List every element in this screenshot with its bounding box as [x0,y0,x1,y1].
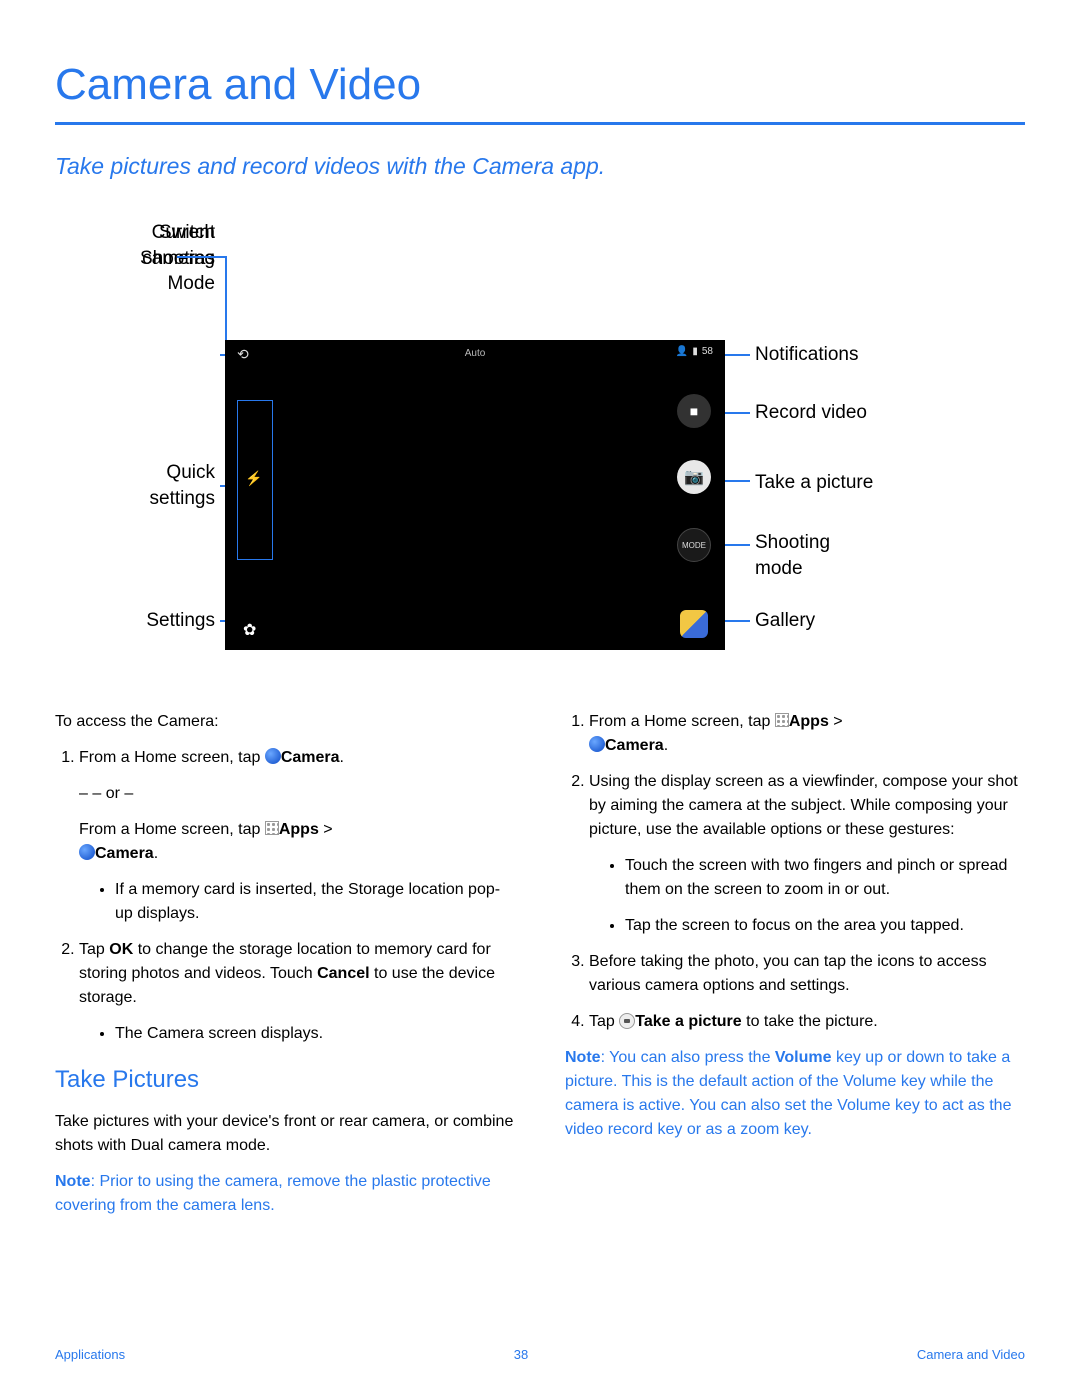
sub-bullets: If a memory card is inserted, the Storag… [79,878,515,926]
mode-indicator: Auto [465,348,486,359]
shutter-button: 📷 [677,460,711,494]
text: > [319,821,333,838]
footer-left: Applications [55,1347,125,1362]
text: Tap [79,941,109,958]
page-footer: Applications 38 Camera and Video [55,1347,1025,1362]
page-title: Camera and Video [55,60,1025,110]
apps-grid-icon [775,713,789,727]
battery-icon: ▮ [692,346,698,357]
bullet: The Camera screen displays. [115,1022,515,1046]
page-subtitle: Take pictures and record videos with the… [55,153,1025,180]
access-steps: From a Home screen, tap Camera. – or – F… [55,746,515,1046]
content-columns: To access the Camera: From a Home screen… [55,710,1025,1230]
step-2: Using the display screen as a viewfinder… [589,770,1025,938]
label-quick-settings: Quick settings [95,460,215,511]
camera-diagram: Current Shooting Mode Switch cameras Qui… [55,220,1025,680]
label-shooting-mode: Shooting mode [755,530,830,581]
volume-label: Volume [775,1049,832,1066]
person-icon: 👤 [676,346,688,357]
text: Tap [589,1013,619,1030]
left-column: To access the Camera: From a Home screen… [55,710,515,1230]
note-label: Note [565,1049,601,1066]
text: From a Home screen, tap [589,713,775,730]
text: : You can also press the [601,1049,775,1066]
step-2: Tap OK to change the storage location to… [79,938,515,1046]
switch-camera-icon: ⟲ [237,346,261,366]
intro: To access the Camera: [55,710,515,734]
bullet-pinch: Touch the screen with two fingers and pi… [625,854,1025,902]
camera-app-icon [589,736,605,752]
note-label: Note [55,1173,91,1190]
notifications-area: 👤 ▮ 58 [676,346,713,357]
apps-label: Apps [279,821,319,838]
text: to take the picture. [742,1013,878,1030]
gesture-bullets: Touch the screen with two fingers and pi… [589,854,1025,938]
note-lens: Note: Prior to using the camera, remove … [55,1170,515,1218]
camera-label: Camera [281,749,340,766]
mode-button: MODE [677,528,711,562]
text: > [829,713,843,730]
right-column: From a Home screen, tap Apps > Camera. U… [565,710,1025,1230]
bullet-tap-focus: Tap the screen to focus on the area you … [625,914,1025,938]
text: . [664,737,668,754]
label-notifications: Notifications [755,342,859,368]
text: From a Home screen, tap [79,749,265,766]
note-body: : Prior to using the camera, remove the … [55,1173,491,1214]
gallery-thumbnail [680,610,708,638]
section-intro: Take pictures with your device's front o… [55,1110,515,1158]
text: From a Home screen, tap [79,821,265,838]
cancel-label: Cancel [317,965,369,982]
record-video-button: ■ [677,394,711,428]
step-1: From a Home screen, tap Apps > Camera. [589,710,1025,758]
camera-label: Camera [95,845,154,862]
sub-bullets: The Camera screen displays. [79,1022,515,1046]
footer-page-number: 38 [514,1347,528,1362]
camera-label: Camera [605,737,664,754]
title-rule [55,122,1025,125]
or-divider: – or – [79,782,515,806]
alt-path: From a Home screen, tap Apps > Camera. [79,818,515,866]
ok-label: OK [109,941,133,958]
bullet: If a memory card is inserted, the Storag… [115,878,515,926]
text: Using the display screen as a viewfinder… [589,773,1018,838]
label-take-picture: Take a picture [755,470,873,496]
step-3: Before taking the photo, you can tap the… [589,950,1025,998]
gear-icon: ✿ [243,620,263,640]
label-settings: Settings [95,608,215,634]
section-take-pictures: Take Pictures [55,1062,515,1098]
label-switch-cameras: Switch cameras [95,220,215,271]
camera-app-icon [79,844,95,860]
step-4: Tap Take a picture to take the picture. [589,1010,1025,1034]
apps-grid-icon [265,821,279,835]
label-record-video: Record video [755,400,867,426]
photo-count: 58 [702,346,713,357]
take-picture-label: Take a picture [635,1013,741,1030]
camera-app-icon [265,748,281,764]
step-1: From a Home screen, tap Camera. – or – F… [79,746,515,926]
note-volume: Note: You can also press the Volume key … [565,1046,1025,1142]
shutter-inline-icon [619,1013,635,1029]
footer-right: Camera and Video [917,1347,1025,1362]
flash-icon: ⚡ [245,470,265,490]
label-gallery: Gallery [755,608,815,634]
take-picture-steps: From a Home screen, tap Apps > Camera. U… [565,710,1025,1034]
apps-label: Apps [789,713,829,730]
camera-screenshot: ⟲ Auto 👤 ▮ 58 ⚡ ✿ ■ 📷 MODE [225,340,725,650]
